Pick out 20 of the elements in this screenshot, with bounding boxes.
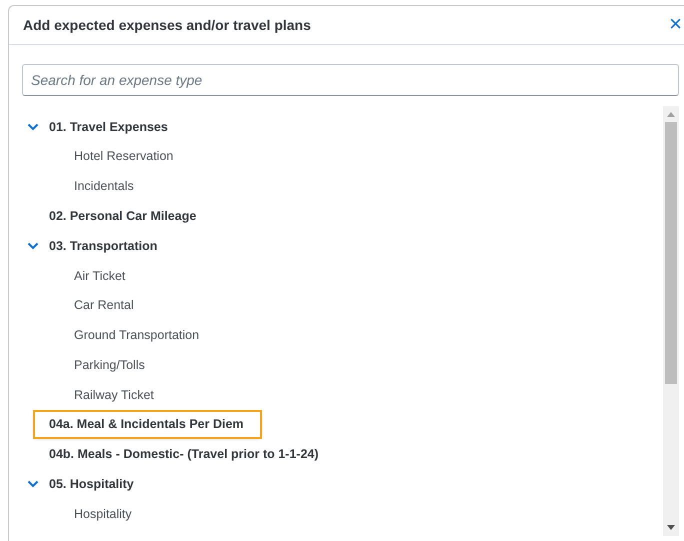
tree-item[interactable]: 02. Personal Car Mileage <box>49 206 196 226</box>
close-button[interactable]: × <box>665 13 684 37</box>
tree-item[interactable]: Parking/Tolls <box>74 356 145 375</box>
scrollbar[interactable] <box>663 106 679 536</box>
tree-item[interactable]: 01. Travel Expenses <box>49 118 168 136</box>
scrollbar-thumb[interactable] <box>665 122 677 384</box>
tree-item[interactable]: 04a. Meal & Incidentals Per Diem <box>35 412 260 438</box>
tree-item[interactable]: Hotel Reservation <box>74 147 174 166</box>
tree-item[interactable]: Ground Transportation <box>74 326 200 345</box>
tree-item[interactable]: Railway Ticket <box>74 386 154 404</box>
tree-item[interactable]: Air Ticket <box>74 266 126 286</box>
tree-item[interactable]: 03. Transportation <box>49 236 158 256</box>
tree-item[interactable]: 05. Hospitality <box>49 475 134 494</box>
tree-item[interactable]: 04b. Meals - Domestic- (Travel prior to 1-1-24) <box>49 445 319 464</box>
dialog-title: Add expected expenses and/or travel plans <box>23 16 311 35</box>
tree-item[interactable]: Incidentals <box>74 177 134 196</box>
tree-item[interactable]: Car Rental <box>74 296 134 316</box>
scroll-down-icon[interactable] <box>667 525 675 530</box>
tree-item[interactable]: Hospitality <box>74 504 132 524</box>
search-field[interactable]: Search for an expense type <box>22 64 679 96</box>
